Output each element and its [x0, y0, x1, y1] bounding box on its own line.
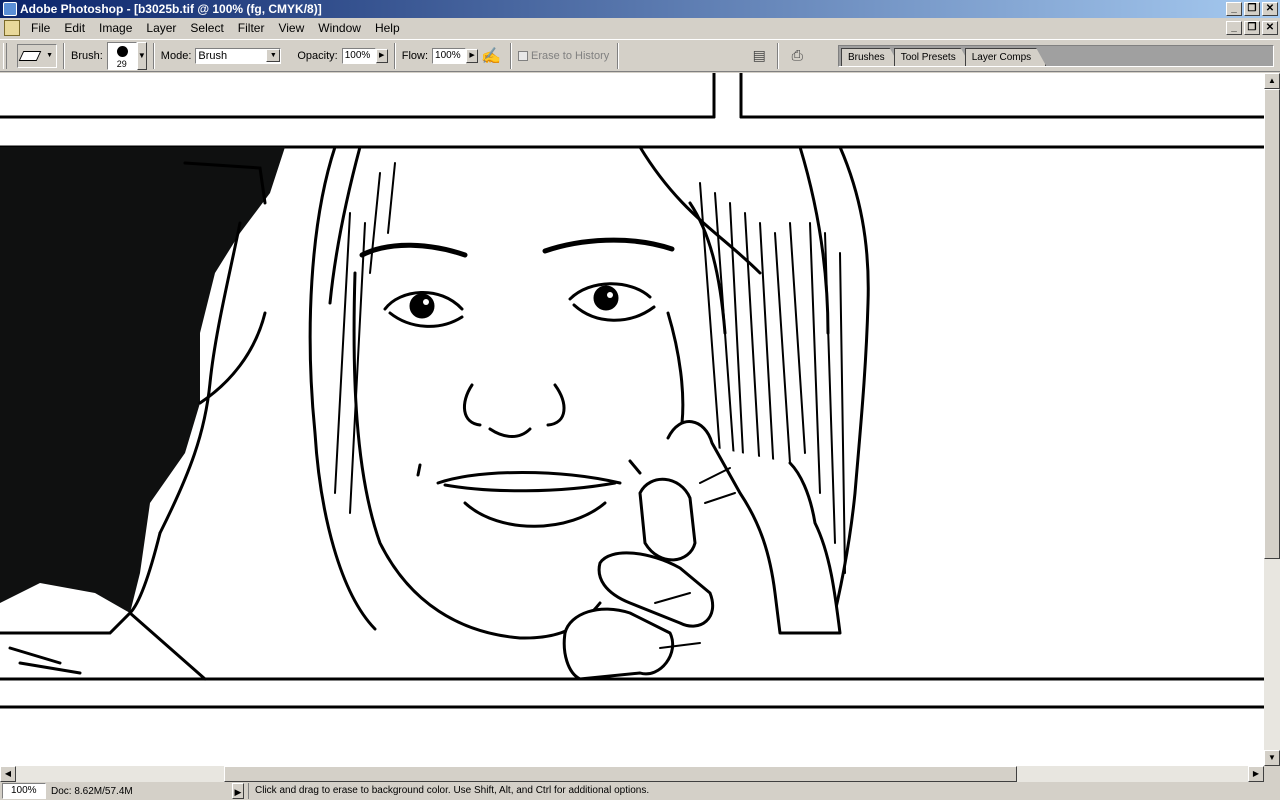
brush-tip-icon [116, 45, 128, 57]
menu-layer[interactable]: Layer [139, 18, 183, 38]
mode-label: Mode: [160, 49, 192, 62]
doc-close-button[interactable]: ✕ [1262, 21, 1278, 35]
title-bar: Adobe Photoshop - [b3025b.tif @ 100% (fg… [0, 0, 1280, 18]
vertical-scroll-thumb[interactable] [1264, 89, 1280, 559]
menu-image[interactable]: Image [92, 18, 139, 38]
opacity-field[interactable]: 100% ▶ [341, 47, 388, 64]
erase-to-history-label: Erase to History [531, 49, 610, 62]
separator [617, 42, 620, 69]
scroll-down-button[interactable]: ▼ [1264, 750, 1280, 766]
separator [510, 42, 513, 69]
scroll-left-button[interactable]: ◀ [0, 766, 16, 782]
erase-to-history-option[interactable]: Erase to History [518, 50, 609, 62]
artwork [0, 73, 1264, 709]
separator [63, 42, 65, 69]
status-message: Click and drag to erase to background co… [248, 783, 649, 799]
menu-view[interactable]: View [271, 18, 311, 38]
flow-input[interactable]: 100% [432, 47, 467, 64]
brush-label: Brush: [71, 49, 103, 62]
flow-label: Flow: [401, 49, 429, 62]
window-title: Adobe Photoshop - [b3025b.tif @ 100% (fg… [20, 2, 322, 16]
document-size-info: Doc: 8.62M/57.4M [51, 785, 133, 797]
brush-picker-button[interactable]: ▼ [136, 41, 147, 70]
mode-value: Brush [198, 49, 228, 62]
menu-edit[interactable]: Edit [57, 18, 92, 38]
flow-slider-button[interactable]: ▶ [466, 48, 479, 63]
doc-minimize-button[interactable]: _ [1226, 21, 1242, 35]
separator [777, 42, 780, 69]
menu-window[interactable]: Window [311, 18, 368, 38]
erase-to-history-checkbox[interactable] [518, 50, 529, 61]
brush-preview[interactable]: 29 [106, 41, 137, 70]
options-bar-grip[interactable] [3, 42, 7, 69]
vertical-scrollbar[interactable]: ▲ ▼ [1264, 73, 1280, 766]
menu-bar: File Edit Image Layer Select Filter View… [0, 18, 1280, 38]
close-button[interactable]: ✕ [1262, 2, 1278, 16]
opacity-input[interactable]: 100% [341, 47, 376, 64]
zoom-input[interactable]: 100% [2, 783, 46, 799]
palette-well: Brushes Tool Presets Layer Comps [838, 45, 1274, 67]
menu-filter[interactable]: Filter [231, 18, 272, 38]
minimize-button[interactable]: _ [1226, 2, 1242, 16]
tool-preset-picker[interactable]: ▼ [17, 43, 57, 68]
separator [393, 42, 396, 69]
menu-select[interactable]: Select [183, 18, 230, 38]
separator [152, 42, 155, 69]
opacity-slider-button[interactable]: ▶ [375, 48, 388, 63]
status-menu-button[interactable]: ▶ [232, 783, 244, 799]
horizontal-scrollbar[interactable]: ◀ ▶ [0, 766, 1264, 782]
doc-restore-button[interactable]: ❐ [1244, 21, 1260, 35]
document-icon[interactable] [4, 20, 20, 36]
status-bar: 100% Doc: 8.62M/57.4M ▶ Click and drag t… [0, 782, 1280, 800]
tab-layer-comps[interactable]: Layer Comps [965, 48, 1046, 66]
document-canvas[interactable] [0, 73, 1264, 766]
airbrush-icon[interactable]: ✍ [478, 45, 504, 67]
opacity-label: Opacity: [297, 49, 338, 62]
palette-well-toggle-icon[interactable]: ⎙ [785, 44, 809, 68]
photoshop-app-icon[interactable] [3, 2, 17, 16]
file-browser-icon[interactable]: ▤ [747, 44, 771, 68]
chevron-down-icon[interactable]: ▼ [266, 49, 281, 62]
scroll-up-button[interactable]: ▲ [1264, 73, 1280, 89]
chevron-down-icon: ▼ [46, 52, 53, 59]
horizontal-scroll-thumb[interactable] [224, 766, 1017, 782]
eraser-icon [18, 50, 42, 61]
menu-help[interactable]: Help [368, 18, 407, 38]
mode-select[interactable]: Brush ▼ [195, 47, 282, 64]
menu-file[interactable]: File [24, 18, 57, 38]
restore-button[interactable]: ❐ [1244, 2, 1260, 16]
flow-field[interactable]: 100% ▶ [432, 47, 479, 64]
scroll-right-button[interactable]: ▶ [1248, 766, 1264, 782]
tab-tool-presets[interactable]: Tool Presets [894, 48, 971, 66]
brush-size: 29 [116, 58, 127, 69]
scrollbar-corner [1264, 766, 1280, 782]
tab-brushes[interactable]: Brushes [841, 48, 900, 66]
